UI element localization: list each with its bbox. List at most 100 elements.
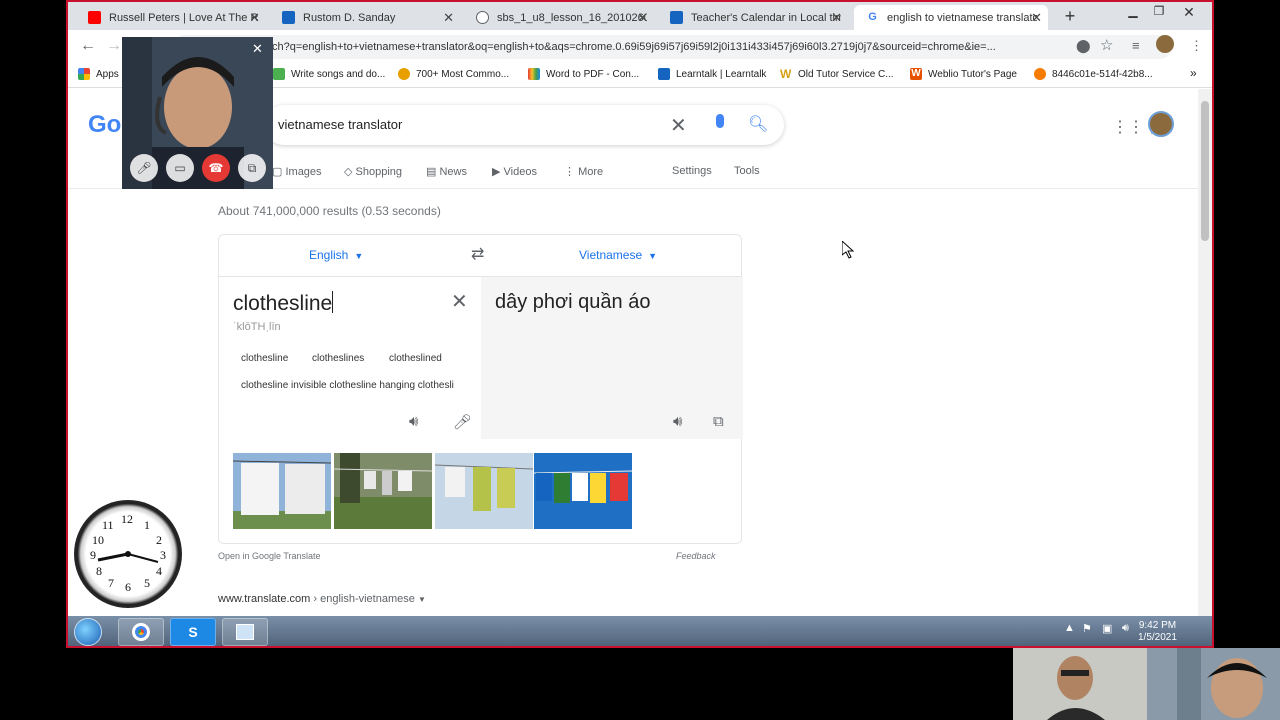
- globe-icon: [476, 11, 489, 24]
- bookmark-icon: [658, 68, 670, 80]
- clothesline-image-3[interactable]: [435, 453, 533, 529]
- profile-icon[interactable]: [1156, 35, 1174, 53]
- bookmark-item[interactable]: 8446c01e-514f-42b8...: [1034, 68, 1153, 80]
- forward-icon[interactable]: →: [106, 37, 122, 55]
- hang-up-button[interactable]: ☎︎: [202, 154, 230, 182]
- clothesline-image-2[interactable]: [334, 453, 432, 529]
- minimize-icon[interactable]: ▁: [1122, 4, 1144, 18]
- close-window-icon[interactable]: ✕: [1178, 4, 1200, 21]
- result-path: › english-vietnamese: [313, 593, 415, 605]
- tab-tools[interactable]: Tools: [734, 165, 760, 177]
- chrome-taskbar-button[interactable]: [118, 618, 164, 646]
- tab-rustom[interactable]: Rustom D. Sanday ✕: [270, 5, 460, 30]
- search-box[interactable]: vietnamese translator ✕ 🔍︎: [264, 105, 784, 145]
- bookmark-item[interactable]: Write songs and do...: [273, 68, 385, 80]
- bookmark-item[interactable]: Learntalk | Learntalk: [658, 68, 766, 80]
- scrollbar-thumb[interactable]: [1201, 101, 1209, 241]
- location-icon[interactable]: ⬤: [1076, 38, 1091, 54]
- star-icon[interactable]: ☆: [1100, 36, 1113, 54]
- tab-youtube[interactable]: Russell Peters | Love At The Rug ✕: [76, 5, 266, 30]
- bookmark-item[interactable]: 700+ Most Commo...: [398, 68, 509, 80]
- result-stats: About 741,000,000 results (0.53 seconds): [218, 204, 441, 218]
- tab-label: english to vietnamese translato: [887, 11, 1037, 24]
- language-row: English ▼ ⇄ Vietnamese ▼: [219, 235, 741, 277]
- tab-videos[interactable]: ▶ Videos: [492, 165, 537, 178]
- close-tab-icon[interactable]: ✕: [637, 10, 648, 26]
- target-pane: dây phơi quần áo 🔊︎ ⧉: [481, 277, 743, 439]
- youtube-icon: [88, 11, 101, 24]
- suggestion-chip[interactable]: clotheslines: [312, 353, 364, 364]
- bookmark-item[interactable]: Word to PDF - Con...: [528, 68, 639, 80]
- source-text-input[interactable]: clothesline: [233, 291, 334, 316]
- popout-button[interactable]: ⧉: [238, 154, 266, 182]
- voice-search-icon[interactable]: [716, 114, 724, 128]
- new-tab-button[interactable]: +: [1060, 6, 1080, 26]
- search-input[interactable]: vietnamese translator: [278, 117, 402, 132]
- suggestion-chip[interactable]: clothesline invisible clothesline hangin…: [241, 380, 469, 391]
- open-in-translate-link[interactable]: Open in Google Translate: [218, 551, 321, 561]
- account-avatar[interactable]: [1148, 111, 1174, 137]
- tab-more[interactable]: ⋮ More: [564, 165, 603, 178]
- volume-icon[interactable]: 🔊︎: [1122, 622, 1129, 635]
- app-taskbar-button[interactable]: [222, 618, 268, 646]
- tab-shopping[interactable]: ◇ Shopping: [344, 165, 402, 178]
- back-icon[interactable]: ←: [80, 37, 96, 55]
- mic-icon[interactable]: 🎤︎: [453, 413, 472, 431]
- more-bookmarks-icon[interactable]: »: [1190, 66, 1197, 80]
- result-url[interactable]: www.translate.com › english-vietnamese ▼: [218, 593, 426, 605]
- address-bar[interactable]: ch?q=english+to+vietnamese+translator&oq…: [172, 35, 1172, 59]
- clear-source-icon[interactable]: ✕: [451, 289, 468, 314]
- menu-dots-icon[interactable]: ⋮: [1190, 38, 1203, 54]
- mute-mic-button[interactable]: 🎤︎: [130, 154, 158, 182]
- analog-clock: 12 1 2 3 4 5 6 7 8 9 10 11: [74, 500, 182, 608]
- skype-icon: S: [188, 624, 198, 640]
- caret-down-icon: ▼: [354, 251, 364, 261]
- swap-languages-icon[interactable]: ⇄: [471, 244, 484, 264]
- speaker-icon[interactable]: 🔊︎: [409, 413, 418, 430]
- caret-down-icon[interactable]: ▼: [418, 595, 426, 604]
- video-call-preview[interactable]: ✕ 🎤︎ ▭ ☎︎ ⧉: [122, 37, 273, 189]
- source-language-select[interactable]: English ▼: [309, 248, 363, 262]
- close-tab-icon[interactable]: ✕: [249, 10, 260, 26]
- clothesline-image-4[interactable]: [534, 453, 632, 529]
- feedback-link[interactable]: Feedback: [676, 551, 716, 561]
- action-center-icon[interactable]: ⚑: [1082, 622, 1092, 635]
- bookmark-item[interactable]: W Weblio Tutor's Page: [910, 68, 1017, 80]
- target-language-select[interactable]: Vietnamese ▼: [579, 248, 657, 262]
- tab-images[interactable]: ▢ Images: [272, 165, 322, 178]
- close-tab-icon[interactable]: ✕: [443, 10, 454, 26]
- tab-translator[interactable]: G english to vietnamese translato ✕: [854, 5, 1048, 30]
- google-logo[interactable]: Go: [88, 111, 121, 139]
- bookmark-item[interactable]: W Old Tutor Service C...: [780, 68, 894, 80]
- clear-search-icon[interactable]: ✕: [670, 113, 687, 138]
- document-icon: [282, 11, 295, 24]
- tab-news[interactable]: ▤ News: [426, 165, 467, 178]
- tab-label: Russell Peters | Love At The Rug: [109, 11, 259, 24]
- bookmark-apps[interactable]: Apps: [78, 68, 119, 80]
- clothesline-image-1[interactable]: [233, 453, 331, 529]
- tray-expand-icon[interactable]: ▲: [1064, 622, 1075, 634]
- media-icon[interactable]: ≡: [1132, 38, 1140, 53]
- maximize-icon[interactable]: ❐: [1148, 4, 1170, 18]
- network-icon[interactable]: ▣: [1102, 622, 1112, 635]
- source-text: clothesline: [233, 292, 333, 315]
- copy-icon[interactable]: ⧉: [713, 413, 724, 430]
- suggestion-chip[interactable]: clotheslined: [389, 353, 442, 364]
- tab-lesson[interactable]: sbs_1_u8_lesson_16_201026030 ✕: [464, 5, 654, 30]
- speaker-icon[interactable]: 🔊︎: [673, 413, 682, 430]
- search-icon[interactable]: 🔍︎: [748, 114, 768, 134]
- tab-settings[interactable]: Settings: [672, 165, 712, 177]
- suggestion-chip[interactable]: clothesline: [241, 353, 288, 364]
- taskbar-clock[interactable]: 9:42 PM 1/5/2021: [1138, 620, 1177, 644]
- start-button[interactable]: [74, 618, 102, 646]
- tab-calendar[interactable]: Teacher's Calendar in Local tim ✕: [658, 5, 848, 30]
- page-scrollbar[interactable]: [1198, 89, 1212, 616]
- close-preview-icon[interactable]: ✕: [252, 41, 263, 57]
- screen: Russell Peters | Love At The Rug ✕ Rusto…: [0, 0, 1280, 720]
- skype-taskbar-button[interactable]: S: [170, 618, 216, 646]
- close-tab-icon[interactable]: ✕: [831, 10, 842, 26]
- toggle-video-button[interactable]: ▭: [166, 154, 194, 182]
- bookmark-icon: [398, 68, 410, 80]
- close-tab-icon[interactable]: ✕: [1031, 10, 1042, 26]
- mic-icon: 🎤︎: [136, 161, 152, 175]
